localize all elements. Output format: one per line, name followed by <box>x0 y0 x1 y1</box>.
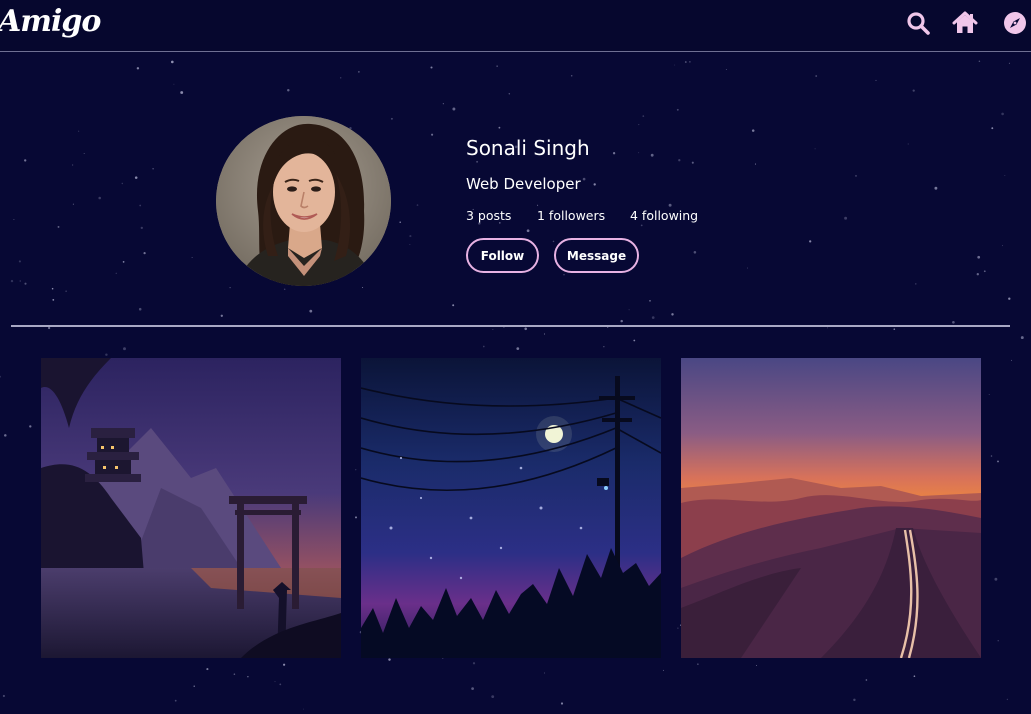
profile-name: Sonali Singh <box>466 136 590 160</box>
search-icon[interactable] <box>905 10 931 36</box>
compass-icon[interactable] <box>1002 10 1028 36</box>
following-count[interactable]: 4 following <box>630 208 698 223</box>
post-thumbnail-3[interactable] <box>681 358 981 658</box>
post-thumbnail-1[interactable] <box>41 358 341 658</box>
follow-button[interactable]: Follow <box>466 238 539 273</box>
profile-avatar <box>216 116 391 286</box>
home-icon[interactable] <box>952 10 978 36</box>
moon-power-lines-night-artwork <box>361 358 661 658</box>
followers-count[interactable]: 1 followers <box>537 208 605 223</box>
profile-role: Web Developer <box>466 175 581 193</box>
post-thumbnail-2[interactable] <box>361 358 661 658</box>
pagoda-torii-night-artwork <box>41 358 341 658</box>
top-navigation-bar: Amigo <box>0 0 1031 52</box>
message-button[interactable]: Message <box>554 238 639 273</box>
sunset-highway-artwork <box>681 358 981 658</box>
app-logo[interactable]: Amigo <box>0 4 101 39</box>
posts-count: 3 posts <box>466 208 512 223</box>
section-divider <box>11 325 1010 327</box>
